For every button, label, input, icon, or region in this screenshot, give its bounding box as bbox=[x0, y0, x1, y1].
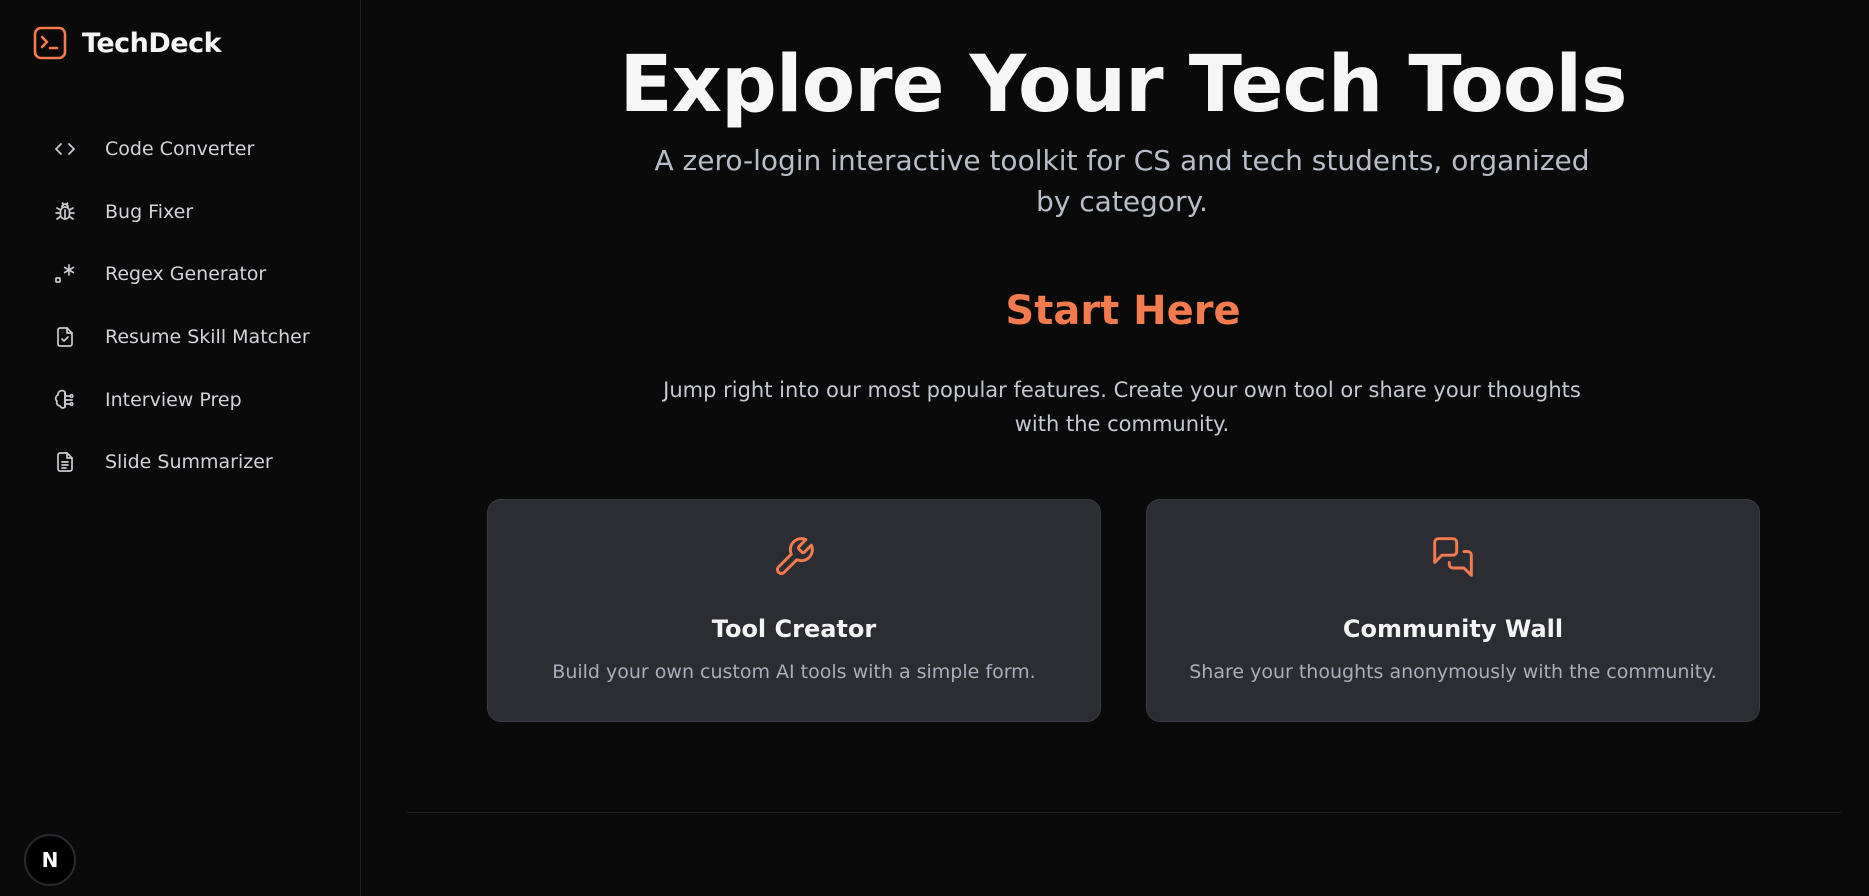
card-title: Community Wall bbox=[1342, 615, 1564, 643]
brand-name: TechDeck bbox=[82, 27, 222, 59]
nextjs-dev-badge[interactable]: N bbox=[24, 834, 76, 886]
sidebar-item-label: Slide Summarizer bbox=[105, 451, 273, 474]
sidebar-item-label: Regex Generator bbox=[105, 263, 267, 286]
document-icon bbox=[40, 448, 90, 476]
sidebar-item-label: Resume Skill Matcher bbox=[105, 326, 310, 349]
tool-creator-card[interactable]: Tool Creator Build your own custom AI to… bbox=[487, 499, 1101, 722]
sidebar-item-bug-fixer[interactable]: Bug Fixer bbox=[40, 181, 340, 244]
sidebar-item-code-converter[interactable]: Code Converter bbox=[40, 118, 340, 181]
terminal-icon bbox=[33, 26, 67, 60]
sidebar-item-regex-generator[interactable]: Regex Generator bbox=[40, 243, 340, 306]
file-check-icon bbox=[40, 323, 90, 351]
chat-icon bbox=[1147, 535, 1759, 579]
sidebar-item-resume-skill-matcher[interactable]: Resume Skill Matcher bbox=[40, 306, 340, 369]
badge-letter: N bbox=[42, 848, 59, 872]
section-divider bbox=[407, 812, 1841, 813]
brain-icon bbox=[40, 386, 90, 414]
app-root: TechDeck Code Converter Bug Fixer Regex … bbox=[0, 0, 1869, 896]
sidebar-nav: Code Converter Bug Fixer Regex Generator… bbox=[40, 118, 340, 494]
sidebar-item-label: Bug Fixer bbox=[105, 200, 194, 223]
community-wall-card[interactable]: Community Wall Share your thoughts anony… bbox=[1146, 499, 1760, 722]
brand-home-link[interactable]: TechDeck bbox=[33, 26, 222, 60]
n-logo-icon: N bbox=[42, 848, 59, 872]
card-description: Build your own custom AI tools with a si… bbox=[552, 661, 1036, 683]
main-content: Explore Your Tech Tools A zero-login int… bbox=[362, 0, 1869, 896]
section-title: Start Here bbox=[1005, 288, 1241, 334]
page-title: Explore Your Tech Tools bbox=[619, 40, 1627, 130]
card-title: Tool Creator bbox=[711, 615, 877, 643]
regex-icon bbox=[40, 260, 90, 288]
page-subtitle: A zero-login interactive toolkit for CS … bbox=[654, 144, 1590, 218]
section-subtitle: Jump right into our most popular feature… bbox=[663, 378, 1581, 436]
card-description: Share your thoughts anonymously with the… bbox=[1189, 661, 1717, 683]
sidebar-item-slide-summarizer[interactable]: Slide Summarizer bbox=[40, 431, 340, 494]
code-icon bbox=[40, 135, 90, 163]
sidebar-item-label: Interview Prep bbox=[105, 388, 242, 411]
sidebar-item-label: Code Converter bbox=[105, 138, 255, 161]
wrench-icon bbox=[488, 535, 1100, 579]
sidebar: TechDeck Code Converter Bug Fixer Regex … bbox=[0, 0, 361, 896]
sidebar-item-interview-prep[interactable]: Interview Prep bbox=[40, 368, 340, 431]
bug-icon bbox=[40, 198, 90, 226]
